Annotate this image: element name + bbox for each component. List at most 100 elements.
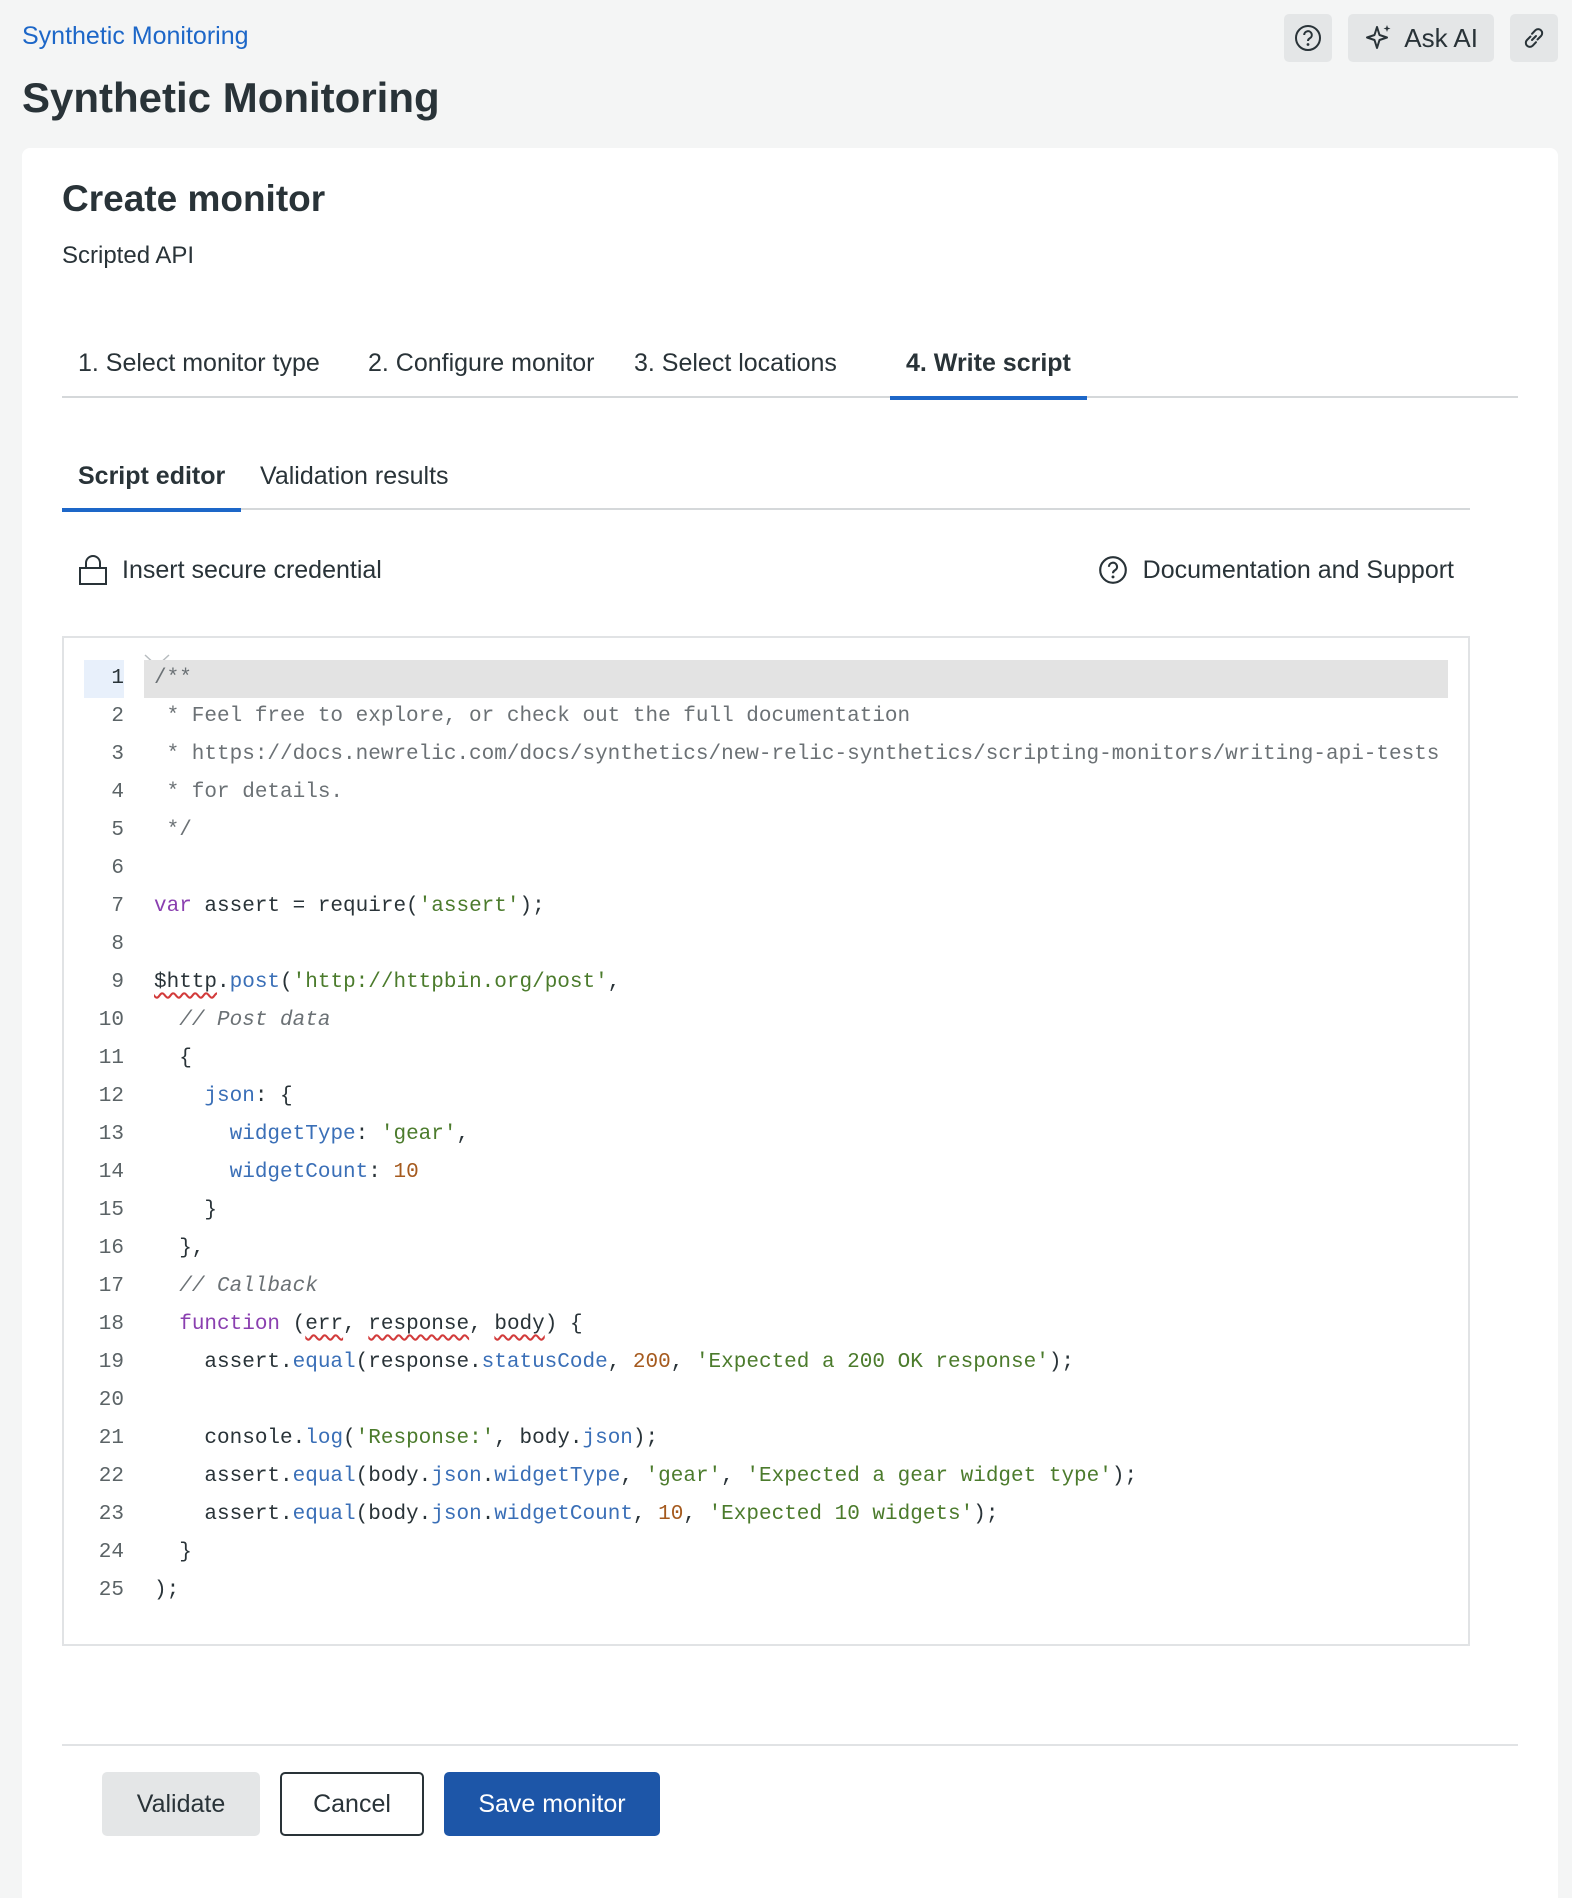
code-line[interactable]: 23 assert.equal(body.json.widgetCount, 1…: [64, 1496, 1464, 1534]
code-text[interactable]: /**: [144, 660, 1448, 698]
code-token: ,: [343, 1313, 369, 1336]
code-text[interactable]: // Post data: [144, 1002, 1448, 1040]
copy-link-button[interactable]: [1510, 14, 1558, 62]
code-token-prop: widgetCount: [494, 1503, 633, 1526]
top-actions: Ask AI: [1284, 14, 1558, 62]
code-line[interactable]: 6: [64, 850, 1464, 888]
question-circle-icon: [1098, 556, 1127, 584]
code-line[interactable]: 9 $http.post('http://httpbin.org/post',: [64, 964, 1464, 1002]
code-line[interactable]: 11 {: [64, 1040, 1464, 1078]
code-text[interactable]: * Feel free to explore, or check out the…: [144, 698, 1448, 736]
step-select-locations[interactable]: 3. Select locations: [618, 344, 853, 398]
code-text[interactable]: $http.post('http://httpbin.org/post',: [144, 964, 1448, 1002]
code-token: ,: [670, 1351, 696, 1374]
code-token-doc: * Feel free to explore, or check out the…: [154, 705, 911, 728]
line-number: 5: [111, 819, 124, 842]
code-token-str: 'Expected a gear widget type': [746, 1465, 1112, 1488]
line-number: 2: [111, 705, 124, 728]
code-text[interactable]: [144, 850, 1448, 888]
code-token: },: [154, 1237, 205, 1260]
help-button[interactable]: [1284, 14, 1333, 62]
ask-ai-button[interactable]: Ask AI: [1348, 14, 1494, 62]
code-line[interactable]: 24 }: [64, 1534, 1464, 1572]
code-token-prop: widgetCount: [229, 1161, 369, 1184]
code-token: ,: [607, 971, 621, 994]
code-token: assert.: [154, 1503, 293, 1526]
code-line[interactable]: 17 // Callback: [64, 1268, 1464, 1306]
card-title: Create monitor: [62, 178, 326, 219]
code-text[interactable]: var assert = require('assert');: [144, 888, 1448, 926]
code-line[interactable]: 12 json: {: [64, 1078, 1464, 1116]
code-text[interactable]: },: [144, 1230, 1448, 1268]
code-line[interactable]: 15 }: [64, 1192, 1464, 1230]
code-line[interactable]: 21 console.log('Response:', body.json);: [64, 1420, 1464, 1458]
code-text[interactable]: console.log('Response:', body.json);: [144, 1420, 1448, 1458]
code-token: );: [1048, 1351, 1075, 1374]
code-token-comment: // Post data: [179, 1009, 331, 1032]
save-monitor-button[interactable]: Save monitor: [444, 1772, 660, 1836]
code-text[interactable]: * for details.: [144, 774, 1448, 812]
tab-validation-results[interactable]: Validation results: [244, 456, 465, 510]
tab-script-editor[interactable]: Script editor: [62, 456, 242, 512]
code-text[interactable]: // Callback: [144, 1268, 1448, 1306]
code-token-prop: widgetType: [494, 1465, 621, 1488]
code-text[interactable]: json: {: [144, 1078, 1448, 1116]
code-token-prop: json: [431, 1503, 482, 1526]
code-text[interactable]: function (err, response, body) {: [144, 1306, 1448, 1344]
code-token: (response.: [355, 1351, 482, 1374]
code-line[interactable]: 10 // Post data: [64, 1002, 1464, 1040]
step-configure-monitor[interactable]: 2. Configure monitor: [352, 344, 611, 398]
code-text[interactable]: assert.equal(body.json.widgetCount, 10, …: [144, 1496, 1448, 1534]
code-line[interactable]: 2 * Feel free to explore, or check out t…: [64, 698, 1464, 736]
code-text[interactable]: [144, 1382, 1448, 1420]
code-line[interactable]: 25);: [64, 1572, 1464, 1610]
code-line[interactable]: 8: [64, 926, 1464, 964]
code-token-comment: // Callback: [179, 1275, 318, 1298]
code-text[interactable]: * https://docs.newrelic.com/docs/synthet…: [144, 736, 1448, 774]
code-token: : {: [254, 1085, 293, 1108]
code-token-doc: * for details.: [154, 781, 344, 804]
code-text[interactable]: assert.equal(body.json.widgetType, 'gear…: [144, 1458, 1448, 1496]
validate-button[interactable]: Validate: [102, 1772, 260, 1836]
code-line[interactable]: 4 * for details.: [64, 774, 1464, 812]
step-write-script[interactable]: 4. Write script: [890, 344, 1087, 400]
code-text[interactable]: widgetType: 'gear',: [144, 1116, 1448, 1154]
code-line[interactable]: 7 var assert = require('assert');: [64, 888, 1464, 926]
code-text[interactable]: */: [144, 812, 1448, 850]
code-token: (: [280, 971, 293, 994]
cancel-button[interactable]: Cancel: [280, 1772, 424, 1836]
code-text[interactable]: widgetCount: 10: [144, 1154, 1448, 1192]
code-text[interactable]: );: [144, 1572, 1448, 1610]
code-token-err: $http: [154, 971, 218, 994]
code-line[interactable]: 5 */: [64, 812, 1464, 850]
code-token: {: [154, 1047, 192, 1070]
code-line[interactable]: 18 function (err, response, body) {: [64, 1306, 1464, 1344]
code-line[interactable]: 14 widgetCount: 10: [64, 1154, 1464, 1192]
code-text[interactable]: [144, 926, 1448, 964]
code-token-num: 10: [658, 1503, 684, 1526]
script-code-editor[interactable]: 1 /** 2 * Feel free to explore, or check o…: [62, 636, 1470, 1646]
documentation-link[interactable]: Documentation and Support: [1097, 554, 1454, 586]
code-line[interactable]: 20: [64, 1382, 1464, 1420]
line-number: 6: [111, 857, 124, 880]
wizard-steps: 1. Select monitor type 2. Configure moni…: [62, 344, 1518, 400]
code-text[interactable]: {: [144, 1040, 1448, 1078]
code-line[interactable]: 3 * https://docs.newrelic.com/docs/synth…: [64, 736, 1464, 774]
code-token: console.: [154, 1427, 306, 1450]
insert-credential-button[interactable]: Insert secure credential: [78, 554, 382, 586]
code-token-str: 'gear': [380, 1123, 457, 1146]
code-text[interactable]: assert.equal(response.statusCode, 200, '…: [144, 1344, 1448, 1382]
step-select-monitor-type[interactable]: 1. Select monitor type: [62, 344, 336, 398]
code-text[interactable]: }: [144, 1192, 1448, 1230]
code-line[interactable]: 13 widgetType: 'gear',: [64, 1116, 1464, 1154]
code-line[interactable]: 16 },: [64, 1230, 1464, 1268]
code-token: (: [280, 1313, 306, 1336]
code-line[interactable]: 1 /**: [64, 660, 1464, 698]
code-token-prop: widgetType: [229, 1123, 356, 1146]
sparkle-icon: [1366, 25, 1391, 49]
breadcrumb[interactable]: Synthetic Monitoring: [22, 22, 249, 51]
code-text[interactable]: }: [144, 1534, 1448, 1572]
code-line[interactable]: 19 assert.equal(response.statusCode, 200…: [64, 1344, 1464, 1382]
code-line[interactable]: 22 assert.equal(body.json.widgetType, 'g…: [64, 1458, 1464, 1496]
